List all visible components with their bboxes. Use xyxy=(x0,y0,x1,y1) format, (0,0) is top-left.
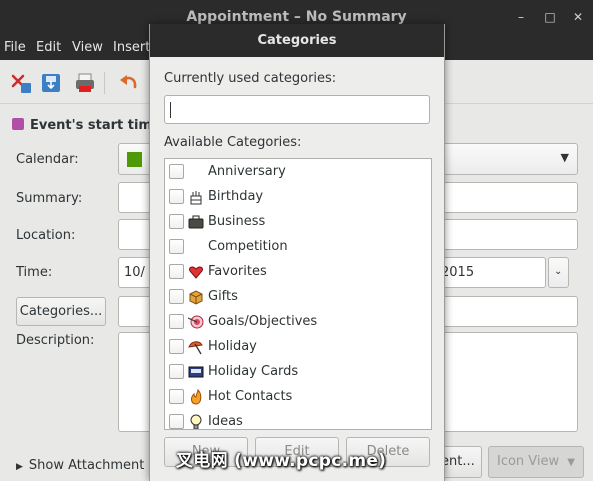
list-item[interactable]: Goals/Objectives xyxy=(165,310,431,335)
save-icon[interactable] xyxy=(40,72,62,94)
briefcase-icon xyxy=(188,215,204,229)
category-label: Business xyxy=(208,214,266,229)
list-item[interactable]: Holiday xyxy=(165,335,431,360)
triangle-right-icon: ▶ xyxy=(16,462,23,472)
window-title: Appointment – No Summary xyxy=(186,9,407,25)
current-categories-label: Currently used categories: xyxy=(164,71,337,86)
calendar-color-swatch xyxy=(127,152,142,167)
checkbox[interactable] xyxy=(169,414,184,429)
time-label: Time: xyxy=(16,265,53,280)
undo-icon[interactable] xyxy=(118,72,140,94)
category-label: Hot Contacts xyxy=(208,389,293,404)
checkbox[interactable] xyxy=(169,389,184,404)
close-icon[interactable]: ✕ xyxy=(571,10,585,24)
icon-view-combo[interactable]: Icon View ▼ xyxy=(488,446,584,478)
gift-box-icon xyxy=(189,290,203,305)
list-item[interactable]: Birthday xyxy=(165,185,431,210)
list-item[interactable]: Hot Contacts xyxy=(165,385,431,410)
icon-view-label: Icon View xyxy=(497,454,560,469)
maximize-icon[interactable]: □ xyxy=(543,10,557,24)
chevron-down-icon: ⌄ xyxy=(554,266,563,277)
toolbar-separator xyxy=(104,72,105,94)
warning-icon xyxy=(12,118,24,130)
menu-edit[interactable]: Edit xyxy=(36,40,61,55)
checkbox[interactable] xyxy=(169,189,184,204)
time-dropdown-button[interactable]: ⌄ xyxy=(548,257,569,288)
time-end-value: 2015 xyxy=(441,265,475,280)
target-icon xyxy=(188,315,204,329)
list-item[interactable]: Gifts xyxy=(165,285,431,310)
list-item[interactable]: Ideas xyxy=(165,410,431,429)
checkbox[interactable] xyxy=(169,314,184,329)
show-attachment-label: Show Attachment B xyxy=(28,458,158,473)
cancel-save-icon[interactable] xyxy=(10,72,32,94)
categories-list: Anniversary Birthday Business Competitio… xyxy=(164,158,432,430)
checkbox[interactable] xyxy=(169,339,184,354)
dialog-title: Categories xyxy=(150,24,444,57)
menu-insert[interactable]: Insert xyxy=(113,40,150,55)
menu-file[interactable]: File xyxy=(4,40,26,55)
category-label: Ideas xyxy=(208,414,243,429)
category-label: Anniversary xyxy=(208,164,286,179)
category-label: Holiday xyxy=(208,339,257,354)
chevron-down-icon: ▼ xyxy=(567,457,575,468)
list-item[interactable]: Business xyxy=(165,210,431,235)
available-categories-label: Available Categories: xyxy=(164,135,302,150)
category-label: Goals/Objectives xyxy=(208,314,318,329)
list-item[interactable]: Holiday Cards xyxy=(165,360,431,385)
time-start-value: 10/ xyxy=(124,265,145,280)
heart-icon xyxy=(189,266,203,279)
text-caret xyxy=(170,102,171,118)
minimize-icon[interactable]: – xyxy=(514,10,528,24)
list-item[interactable]: Competition xyxy=(165,235,431,260)
print-icon[interactable] xyxy=(74,72,96,94)
lightbulb-icon xyxy=(190,414,202,429)
checkbox[interactable] xyxy=(169,264,184,279)
checkbox[interactable] xyxy=(169,239,184,254)
menu-view[interactable]: View xyxy=(72,40,103,55)
checkbox[interactable] xyxy=(169,214,184,229)
category-label: Birthday xyxy=(208,189,264,204)
show-attachment-toggle[interactable]: ▶ Show Attachment B xyxy=(16,458,157,473)
categories-dialog: Categories Currently used categories: Av… xyxy=(149,24,445,481)
location-label: Location: xyxy=(16,228,76,243)
category-label: Competition xyxy=(208,239,288,254)
category-label: Gifts xyxy=(208,289,238,304)
watermark: 叉电网 (www.pcpc.me) xyxy=(176,451,387,471)
warning-text: Event's start time xyxy=(30,118,161,133)
category-label: Holiday Cards xyxy=(208,364,299,379)
category-label: Favorites xyxy=(208,264,267,279)
calendar-label: Calendar: xyxy=(16,152,79,167)
summary-label: Summary: xyxy=(16,191,83,206)
start-time-warning: Event's start time xyxy=(12,118,161,133)
checkbox[interactable] xyxy=(169,364,184,379)
beach-umbrella-icon xyxy=(188,341,203,355)
list-item[interactable]: Anniversary xyxy=(165,160,431,185)
checkbox[interactable] xyxy=(169,289,184,304)
card-icon xyxy=(188,366,204,378)
description-label: Description: xyxy=(16,333,95,348)
list-item[interactable]: Favorites xyxy=(165,260,431,285)
current-categories-input[interactable] xyxy=(164,95,430,124)
cake-icon xyxy=(190,191,202,205)
categories-button[interactable]: Categories... xyxy=(16,297,106,326)
flame-icon xyxy=(191,389,202,405)
chevron-down-icon: ▼ xyxy=(560,151,569,164)
checkbox[interactable] xyxy=(169,164,184,179)
